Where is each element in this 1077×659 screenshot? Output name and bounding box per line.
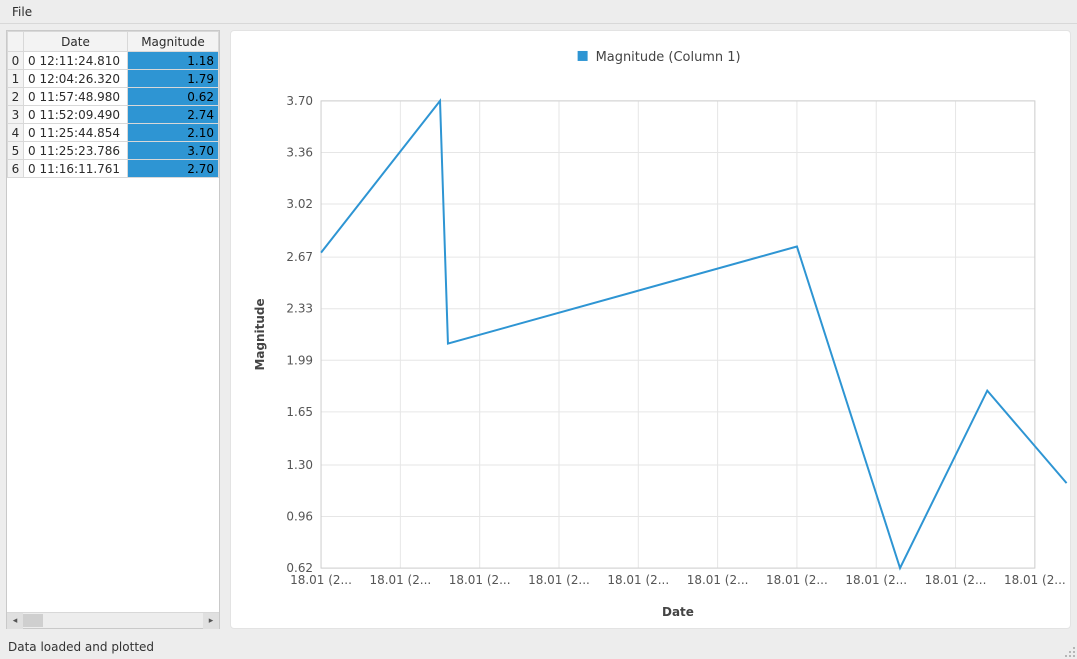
- x-tick-label: 18.01 (2...: [369, 573, 431, 587]
- table-row[interactable]: 60 11:16:11.7612.70: [8, 160, 219, 178]
- cell-magnitude[interactable]: 3.70: [128, 142, 219, 160]
- row-header[interactable]: 3: [8, 106, 24, 124]
- table-row[interactable]: 40 11:25:44.8542.10: [8, 124, 219, 142]
- status-text: Data loaded and plotted: [8, 640, 154, 654]
- row-header[interactable]: 2: [8, 88, 24, 106]
- cell-date[interactable]: 0 12:04:26.320: [24, 70, 128, 88]
- table-row[interactable]: 00 12:11:24.8101.18: [8, 52, 219, 70]
- data-table[interactable]: Date Magnitude 00 12:11:24.8101.1810 12:…: [7, 31, 219, 178]
- scroll-left-icon[interactable]: ◂: [7, 613, 23, 629]
- x-tick-label: 18.01 (2...: [845, 573, 907, 587]
- row-header[interactable]: 6: [8, 160, 24, 178]
- cell-magnitude[interactable]: 0.62: [128, 88, 219, 106]
- table-row[interactable]: 30 11:52:09.4902.74: [8, 106, 219, 124]
- row-header[interactable]: 4: [8, 124, 24, 142]
- x-tick-label: 18.01 (2...: [766, 573, 828, 587]
- status-bar: Data loaded and plotted: [0, 635, 1077, 659]
- series-line: [321, 101, 1067, 568]
- x-tick-label: 18.01 (2...: [290, 573, 352, 587]
- table-row[interactable]: 20 11:57:48.9800.62: [8, 88, 219, 106]
- row-header[interactable]: 0: [8, 52, 24, 70]
- table-scroll-area: Date Magnitude 00 12:11:24.8101.1810 12:…: [7, 31, 219, 612]
- table-row[interactable]: 50 11:25:23.7863.70: [8, 142, 219, 160]
- cell-magnitude[interactable]: 2.10: [128, 124, 219, 142]
- table-corner: [8, 32, 24, 52]
- cell-date[interactable]: 0 11:25:23.786: [24, 142, 128, 160]
- col-header-date[interactable]: Date: [24, 32, 128, 52]
- cell-date[interactable]: 0 11:57:48.980: [24, 88, 128, 106]
- x-tick-label: 18.01 (2...: [1004, 573, 1066, 587]
- legend-label: Magnitude (Column 1): [596, 50, 741, 65]
- y-tick-label: 3.02: [286, 197, 313, 211]
- chart-pane: Magnitude (Column 1)0.620.961.301.651.99…: [230, 30, 1071, 629]
- scroll-track[interactable]: [23, 613, 203, 628]
- table-row[interactable]: 10 12:04:26.3201.79: [8, 70, 219, 88]
- cell-date[interactable]: 0 11:52:09.490: [24, 106, 128, 124]
- data-table-pane: Date Magnitude 00 12:11:24.8101.1810 12:…: [6, 30, 220, 629]
- menu-file[interactable]: File: [6, 0, 38, 24]
- cell-magnitude[interactable]: 1.18: [128, 52, 219, 70]
- y-tick-label: 1.30: [286, 458, 313, 472]
- y-tick-label: 3.70: [286, 94, 313, 108]
- x-axis-label: Date: [662, 605, 694, 619]
- scroll-right-icon[interactable]: ▸: [203, 613, 219, 629]
- cell-magnitude[interactable]: 1.79: [128, 70, 219, 88]
- menubar: File: [0, 0, 1077, 24]
- y-tick-label: 0.96: [286, 510, 313, 524]
- table-horizontal-scrollbar[interactable]: ◂ ▸: [7, 612, 219, 628]
- row-header[interactable]: 1: [8, 70, 24, 88]
- legend-swatch-icon: [578, 51, 588, 61]
- y-tick-label: 1.99: [286, 353, 313, 367]
- cell-date[interactable]: 0 11:25:44.854: [24, 124, 128, 142]
- plot-border: [321, 101, 1035, 568]
- y-axis-label: Magnitude: [253, 298, 267, 370]
- cell-date[interactable]: 0 11:16:11.761: [24, 160, 128, 178]
- x-tick-label: 18.01 (2...: [449, 573, 511, 587]
- cell-magnitude[interactable]: 2.74: [128, 106, 219, 124]
- x-tick-label: 18.01 (2...: [687, 573, 749, 587]
- row-header[interactable]: 5: [8, 142, 24, 160]
- col-header-magnitude[interactable]: Magnitude: [128, 32, 219, 52]
- scroll-thumb[interactable]: [23, 614, 43, 627]
- line-chart: Magnitude (Column 1)0.620.961.301.651.99…: [231, 31, 1070, 628]
- cell-date[interactable]: 0 12:11:24.810: [24, 52, 128, 70]
- y-tick-label: 2.33: [286, 302, 313, 316]
- x-tick-label: 18.01 (2...: [925, 573, 987, 587]
- main-content: Date Magnitude 00 12:11:24.8101.1810 12:…: [0, 24, 1077, 635]
- y-tick-label: 3.36: [286, 145, 313, 159]
- x-tick-label: 18.01 (2...: [528, 573, 590, 587]
- y-tick-label: 1.65: [286, 405, 313, 419]
- resize-grip-icon[interactable]: [1061, 643, 1075, 657]
- y-tick-label: 2.67: [286, 250, 313, 264]
- x-tick-label: 18.01 (2...: [607, 573, 669, 587]
- cell-magnitude[interactable]: 2.70: [128, 160, 219, 178]
